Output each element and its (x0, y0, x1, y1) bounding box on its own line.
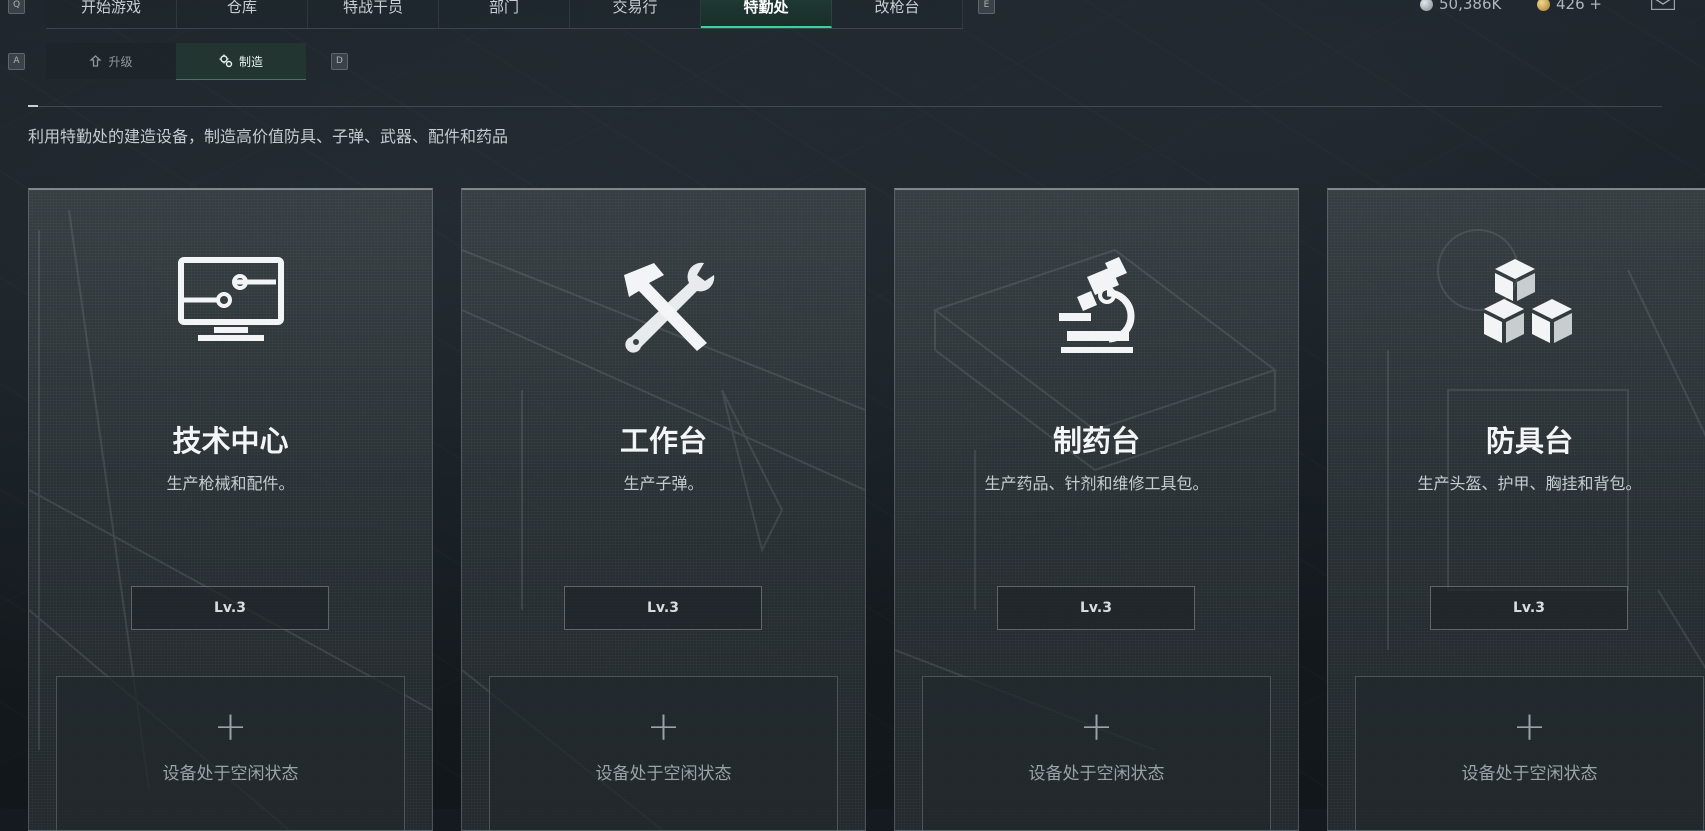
station-subtitle: 生产头盔、护甲、胸挂和背包。 (1328, 470, 1705, 494)
station-level: Lv.3 (564, 586, 762, 630)
station-card-pharmacy[interactable]: 制药台 生产药品、针剂和维修工具包。 Lv.3 + 设备处于空闲状态 (894, 188, 1299, 831)
gold-coin-icon (1537, 0, 1550, 11)
key-hint-e: E (978, 0, 995, 14)
production-slot[interactable]: + 设备处于空闲状态 (489, 676, 838, 831)
production-slot[interactable]: + 设备处于空闲状态 (56, 676, 405, 831)
top-nav: Q 开始游戏 仓库 特战干员 部门 交易行 特勤处 改枪台 E 50,386K … (0, 0, 1705, 32)
add-icon: + (923, 705, 1270, 749)
production-slot[interactable]: + 设备处于空闲状态 (1355, 676, 1704, 831)
tab-warehouse[interactable]: 仓库 (177, 0, 308, 28)
station-card-armor[interactable]: 防具台 生产头盔、护甲、胸挂和背包。 Lv.3 + 设备处于空闲状态 (1327, 188, 1705, 831)
upgrade-icon (89, 55, 102, 68)
station-level: Lv.3 (997, 586, 1195, 630)
gold-amount: 426 + (1556, 0, 1602, 13)
station-level: Lv.3 (1430, 586, 1628, 630)
section-divider (28, 106, 1662, 107)
station-title: 技术中心 (29, 418, 432, 460)
silver-amount: 50,386K (1439, 0, 1501, 13)
slot-status: 设备处于空闲状态 (57, 759, 404, 784)
subtab-craft-label: 制造 (239, 53, 263, 70)
silver-coin-icon (1420, 0, 1433, 11)
station-title: 工作台 (462, 418, 865, 460)
microscope-icon (1047, 255, 1147, 355)
tab-gunsmith[interactable]: 改枪台 (832, 0, 963, 28)
tab-special-ops[interactable]: 特勤处 (701, 0, 832, 28)
tab-operators[interactable]: 特战干员 (308, 0, 439, 28)
add-icon: + (490, 705, 837, 749)
station-subtitle: 生产药品、针剂和维修工具包。 (895, 470, 1298, 494)
craft-icon (219, 54, 233, 68)
currency-gold[interactable]: 426 + (1537, 0, 1602, 13)
cubes-icon (1480, 255, 1580, 355)
main-tabs: 开始游戏 仓库 特战干员 部门 交易行 特勤处 改枪台 (46, 0, 963, 29)
tab-department[interactable]: 部门 (439, 0, 570, 28)
station-subtitle: 生产枪械和配件。 (29, 470, 432, 494)
production-slot[interactable]: + 设备处于空闲状态 (922, 676, 1271, 831)
computer-monitor-icon (176, 255, 286, 345)
hammer-wrench-icon (609, 255, 719, 355)
slot-status: 设备处于空闲状态 (1356, 759, 1703, 784)
slot-status: 设备处于空闲状态 (490, 759, 837, 784)
page-description: 利用特勤处的建造设备，制造高价值防具、子弹、武器、配件和药品 (28, 123, 508, 147)
key-hint-a: A (8, 53, 25, 70)
station-title: 防具台 (1328, 418, 1705, 460)
currency-silver[interactable]: 50,386K (1420, 0, 1501, 13)
key-hint-q: Q (8, 0, 25, 14)
mail-icon[interactable] (1651, 0, 1675, 10)
sub-tabs: 升级 制造 (46, 43, 306, 80)
station-card-workbench[interactable]: 工作台 生产子弹。 Lv.3 + 设备处于空闲状态 (461, 188, 866, 831)
station-subtitle: 生产子弹。 (462, 470, 865, 494)
station-card-tech-center[interactable]: 技术中心 生产枪械和配件。 Lv.3 + 设备处于空闲状态 (28, 188, 433, 831)
station-title: 制药台 (895, 418, 1298, 460)
slot-status: 设备处于空闲状态 (923, 759, 1270, 784)
subtab-upgrade-label: 升级 (108, 53, 132, 70)
tab-start-game[interactable]: 开始游戏 (46, 0, 177, 28)
station-level: Lv.3 (131, 586, 329, 630)
tab-trading[interactable]: 交易行 (570, 0, 701, 28)
subtab-craft[interactable]: 制造 (176, 43, 306, 80)
key-hint-d: D (331, 53, 348, 70)
add-icon: + (1356, 705, 1703, 749)
add-icon: + (57, 705, 404, 749)
subtab-upgrade[interactable]: 升级 (46, 43, 176, 79)
